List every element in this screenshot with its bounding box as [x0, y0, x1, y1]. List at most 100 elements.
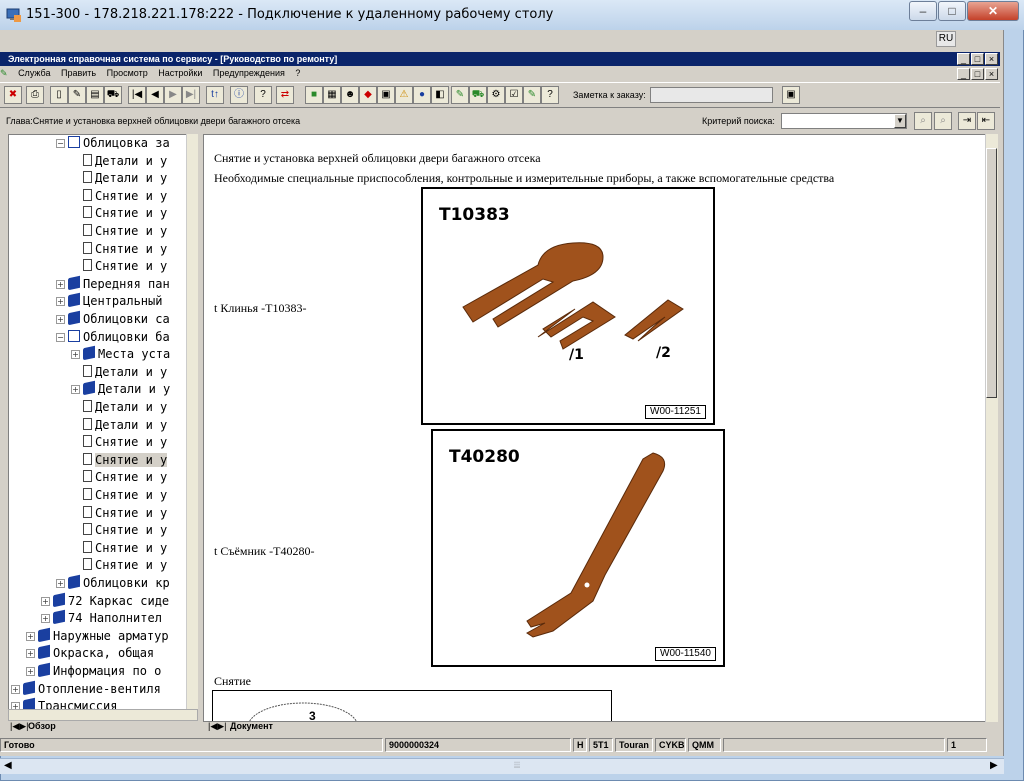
tool-12-icon[interactable]: ☑ [505, 86, 523, 104]
new-doc-icon[interactable]: ▯ [50, 86, 68, 104]
tool-13-icon[interactable]: ✎ [523, 86, 541, 104]
tree-node[interactable]: Снятие и у [71, 557, 167, 574]
tree-node[interactable]: Снятие и у [71, 241, 167, 258]
prev-icon[interactable]: ◀ [146, 86, 164, 104]
tree-node[interactable]: Детали и у [71, 170, 167, 187]
doc-restore-button[interactable]: □ [971, 68, 984, 80]
menu-warnings[interactable]: Предупреждения [213, 68, 285, 78]
expand-toggle-icon[interactable]: + [41, 614, 50, 624]
tool-5-icon[interactable]: ▣ [377, 86, 395, 104]
tree-node[interactable]: − Облицовка за [56, 135, 170, 152]
tree-node[interactable]: Снятие и у [71, 522, 167, 539]
expand-toggle-icon[interactable]: + [71, 385, 80, 395]
order-note-input[interactable] [650, 87, 773, 103]
menu-service[interactable]: Служба [18, 68, 50, 78]
search-next-icon[interactable]: ⌕ [934, 112, 952, 130]
tree-node[interactable]: Снятие и у [71, 434, 167, 451]
tree-node[interactable]: + Отопление-вентиля [11, 680, 161, 698]
expand-toggle-icon[interactable]: + [26, 649, 35, 659]
navigation-tree[interactable]: − Облицовка за Детали и у Детали и у Снятие … [8, 134, 198, 712]
tool-8-icon[interactable]: ◧ [431, 86, 449, 104]
tree-node[interactable]: Снятие и у [71, 188, 167, 205]
collapse-toggle-icon[interactable]: − [56, 332, 65, 342]
tree-node[interactable]: − Облицовки ба [56, 329, 170, 346]
expand-toggle-icon[interactable]: + [56, 579, 65, 588]
tree-horizontal-scrollbar[interactable] [8, 709, 198, 721]
search-criteria-input[interactable] [781, 113, 907, 129]
doc-close-button[interactable]: × [985, 68, 998, 80]
collapse-toggle-icon[interactable]: − [56, 139, 65, 148]
app-close-button[interactable]: × [985, 53, 998, 65]
search-dropdown-button[interactable]: ▼ [894, 114, 906, 128]
tree-node[interactable]: + Облицовки са [56, 310, 170, 328]
expand-toggle-icon[interactable]: + [56, 297, 65, 307]
expand-icon[interactable]: ⇥ [958, 112, 976, 130]
tree-node[interactable]: + Наружные арматур [26, 627, 169, 645]
tree-node[interactable]: Снятие и у [71, 452, 168, 469]
expand-toggle-icon[interactable]: + [56, 315, 65, 324]
doc-tab-scroll[interactable]: |◀▶| [208, 721, 227, 732]
first-icon[interactable]: |◀ [128, 86, 146, 104]
expand-toggle-icon[interactable]: + [56, 279, 65, 289]
tool-1-icon[interactable]: ■ [305, 86, 323, 104]
sync-icon[interactable]: ⇄ [276, 86, 294, 104]
menu-view[interactable]: Просмотр [107, 68, 148, 78]
tree-node[interactable]: Детали и у [71, 153, 167, 170]
expand-toggle-icon[interactable]: + [26, 667, 35, 676]
scroll-left-icon[interactable]: ◀ [4, 760, 12, 771]
doc-minimize-button[interactable]: _ [957, 68, 970, 80]
tab-overview[interactable]: Обзор [28, 721, 56, 731]
expand-toggle-icon[interactable]: + [11, 684, 20, 694]
expand-toggle-icon[interactable]: + [71, 350, 80, 360]
document-scroll-thumb[interactable] [986, 148, 997, 398]
tree-node[interactable]: + Окраска, общая [26, 645, 154, 662]
tree-node[interactable]: + Облицовки кр [56, 574, 170, 592]
scroll-grip-icon[interactable]: ⦙⦙⦙ [514, 760, 520, 771]
tree-node[interactable]: Снятие и у [71, 223, 167, 240]
tool-14-icon[interactable]: ? [541, 86, 559, 104]
app-restore-button[interactable]: □ [971, 53, 984, 65]
collapse-icon[interactable]: ⇤ [977, 112, 995, 130]
expand-toggle-icon[interactable]: + [26, 631, 35, 641]
tool-9-icon[interactable]: ✎ [451, 86, 469, 104]
tree-node[interactable]: + Передняя пан [56, 275, 170, 293]
edit-icon[interactable]: ✎ [68, 86, 86, 104]
help-icon[interactable]: ? [254, 86, 272, 104]
language-indicator[interactable]: RU [936, 31, 956, 47]
close-button[interactable]: ✕ [967, 1, 1019, 21]
car-icon[interactable]: ⛟ [104, 86, 122, 104]
next-icon[interactable]: ▶ [164, 86, 182, 104]
tool-11-icon[interactable]: ⚙ [487, 86, 505, 104]
menu-settings[interactable]: Настройки [158, 68, 202, 78]
tree-vertical-scrollbar[interactable] [186, 134, 198, 712]
search-icon[interactable]: ⌕ [914, 112, 932, 130]
tool-2-icon[interactable]: ▦ [323, 86, 341, 104]
tree-node[interactable]: Снятие и у [71, 487, 167, 504]
tree-node[interactable]: + Места уста [71, 345, 170, 363]
tree-node[interactable]: +72 Каркас сиде [41, 592, 169, 610]
tree-node[interactable]: + Информация по о [26, 662, 161, 680]
tree-node[interactable]: Детали и у [71, 399, 167, 416]
notes-icon[interactable]: ▤ [86, 86, 104, 104]
tree-node[interactable]: Снятие и у [71, 205, 167, 222]
info-icon[interactable]: ⓘ [230, 86, 248, 104]
tool-10-icon[interactable]: ⛟ [469, 86, 487, 104]
tree-node[interactable]: Снятие и у [71, 258, 167, 275]
tree-node[interactable]: Детали и у [71, 364, 167, 381]
tab-scroll-left[interactable]: |◀▶| [10, 721, 29, 732]
tool-4-icon[interactable]: ◆ [359, 86, 377, 104]
tree-node[interactable]: Снятие и у [71, 469, 167, 486]
tree-node[interactable]: Снятие и у [71, 505, 167, 522]
menu-help[interactable]: ? [295, 68, 300, 78]
tool-3-icon[interactable]: ☻ [341, 86, 359, 104]
scroll-right-icon[interactable]: ▶ [990, 760, 998, 771]
minimize-button[interactable]: – [909, 1, 937, 21]
globe-icon[interactable]: ● [413, 86, 431, 104]
last-icon[interactable]: ▶| [182, 86, 200, 104]
expand-toggle-icon[interactable]: + [41, 596, 50, 606]
rdp-horizontal-scrollbar[interactable]: ◀ ⦙⦙⦙ ▶ [0, 758, 1004, 774]
warning-icon[interactable]: ⚠ [395, 86, 413, 104]
tab-document[interactable]: Документ [230, 721, 273, 731]
print-icon[interactable]: ⎙ [26, 86, 44, 104]
menu-edit[interactable]: Править [61, 68, 96, 78]
